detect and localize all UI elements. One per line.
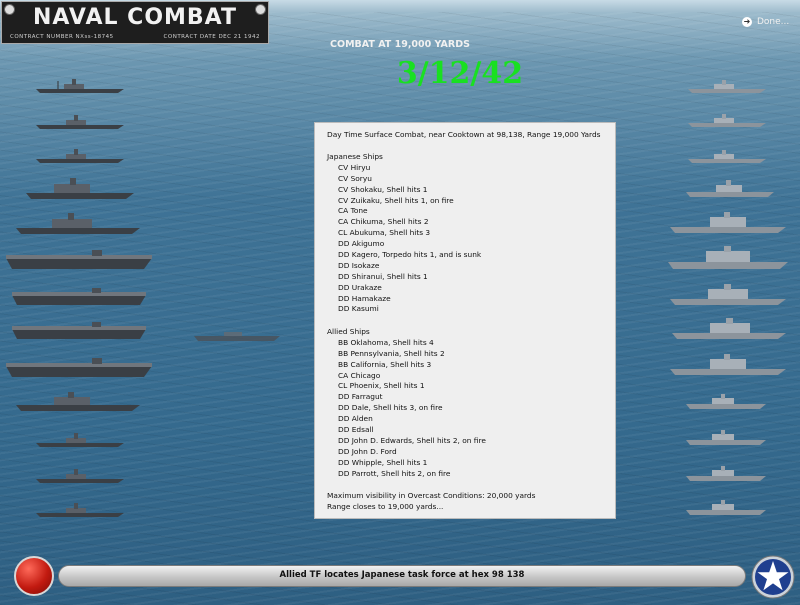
japanese-ship-entry: DD Isokaze [338, 260, 380, 270]
allied-ship-entry: BB Oklahoma, Shell hits 4 [338, 337, 434, 347]
japanese-ship-entry: CL Abukuma, Shell hits 3 [338, 228, 431, 238]
japanese-ship-entry: CV Soryu [338, 173, 372, 183]
allied-ship-entry: DD Farragut [338, 392, 383, 402]
japanese-ship-entry: DD Akigumo [338, 239, 385, 249]
japanese-ship-entry: DD Shiranui, Shell hits 1 [338, 271, 428, 281]
japanese-carrier-icon[interactable] [6, 250, 152, 270]
allied-ships-heading: Allied Ships [327, 327, 370, 336]
japanese-carrier-icon[interactable] [12, 288, 146, 306]
done-button[interactable]: ➜ Done... [742, 17, 789, 27]
allied-ship-entry: DD Edsall [338, 425, 374, 435]
title-plate: NAVAL COMBAT CONTRACT NUMBER NXss-18745 … [1, 1, 269, 44]
japanese-ships-section: Japanese Ships CV Hiryu CV Soryu CV Shokak… [327, 152, 481, 315]
report-footer: Maximum visibility in Overcast Condition… [327, 491, 535, 513]
range-line: Range closes to 19,000 yards... [327, 501, 444, 511]
japanese-ship-entry: DD Urakaze [338, 282, 382, 292]
sunk-ship-icon[interactable] [194, 330, 280, 342]
japanese-ship-icon[interactable] [36, 502, 124, 518]
japanese-ship-entry: CV Shokaku, Shell hits 1 [338, 184, 428, 194]
japanese-carrier-icon[interactable] [6, 358, 152, 378]
allied-ship-entry: BB California, Shell hits 3 [338, 359, 432, 369]
combat-report-panel: Day Time Surface Combat, near Cooktown a… [314, 122, 616, 519]
japanese-ship-entry: CA Tone [338, 206, 368, 216]
arrow-right-circle-icon: ➜ [742, 17, 752, 27]
japanese-ship-icon[interactable] [26, 178, 134, 200]
japanese-ship-icon[interactable] [36, 78, 124, 94]
allied-ship-icon[interactable] [686, 394, 766, 410]
allied-ship-icon[interactable] [670, 212, 786, 234]
allied-ship-icon[interactable] [686, 500, 766, 516]
visibility-line: Maximum visibility in Overcast Condition… [327, 491, 536, 500]
combat-date: 3/12/42 [396, 56, 524, 91]
red-fire-button[interactable] [14, 556, 54, 596]
japanese-ship-icon[interactable] [36, 114, 124, 130]
game-title: NAVAL COMBAT [32, 5, 238, 30]
allied-ship-icon[interactable] [688, 80, 766, 94]
allied-ship-icon[interactable] [686, 180, 774, 198]
allied-ship-entry: BB Pennsylvania, Shell hits 2 [338, 348, 445, 358]
japanese-ship-entry: DD Hamakaze [338, 293, 391, 303]
japanese-ship-icon[interactable] [36, 468, 124, 484]
contract-date: CONTRACT DATE DEC 21 1942 [163, 34, 260, 40]
contract-number: CONTRACT NUMBER NXss-18745 [10, 34, 114, 40]
allied-ships-section: Allied Ships BB Oklahoma, Shell hits 4 BB… [327, 327, 486, 479]
japanese-ship-entry: CV Zuikaku, Shell hits 1, on fire [338, 195, 454, 205]
allied-ship-icon[interactable] [670, 354, 786, 376]
allied-ship-entry: DD John D. Edwards, Shell hits 2, on fir… [338, 435, 486, 445]
japanese-ships-list: CV Hiryu CV Soryu CV Shokaku, Shell hits 1… [327, 163, 481, 315]
japanese-ship-entry: DD Kasumi [338, 304, 379, 314]
allied-ship-entry: CL Phoenix, Shell hits 1 [338, 381, 425, 391]
japanese-ship-icon[interactable] [16, 392, 140, 412]
japanese-ship-entry: DD Kagero, Torpedo hits 1, and is sunk [338, 250, 482, 260]
allied-ship-entry: DD Dale, Shell hits 3, on fire [338, 403, 443, 413]
report-header: Day Time Surface Combat, near Cooktown a… [327, 130, 601, 139]
allied-battleship-icon[interactable] [668, 246, 788, 270]
allied-ship-entry: DD John D. Ford [338, 446, 397, 456]
japanese-carrier-icon[interactable] [12, 322, 146, 340]
combat-range-heading: COMBAT AT 19,000 YARDS [330, 39, 470, 50]
allied-ship-icon[interactable] [688, 150, 766, 164]
japanese-ship-entry: CA Chikuma, Shell hits 2 [338, 217, 429, 227]
status-bar: Allied TF locates Japanese task force at… [58, 565, 746, 587]
japanese-ship-entry: CV Hiryu [338, 162, 371, 172]
allied-ships-list: BB Oklahoma, Shell hits 4 BB Pennsylvania… [327, 338, 486, 480]
status-message: Allied TF locates Japanese task force at… [279, 570, 525, 580]
allied-ship-icon[interactable] [688, 114, 766, 128]
done-label: Done... [757, 17, 790, 27]
japanese-ships-heading: Japanese Ships [327, 152, 383, 161]
allied-ship-entry: DD Whipple, Shell hits 1 [338, 457, 428, 467]
allied-ship-icon[interactable] [686, 430, 766, 446]
allied-ship-entry: DD Alden [338, 414, 373, 424]
star-roundel-icon[interactable] [751, 555, 795, 599]
allied-ship-entry: CA Chicago [338, 370, 381, 380]
japanese-ship-icon[interactable] [16, 213, 140, 235]
allied-battleship-icon[interactable] [672, 318, 786, 340]
allied-ship-entry: DD Parrott, Shell hits 2, on fire [338, 468, 451, 478]
japanese-ship-icon[interactable] [36, 432, 124, 448]
allied-ship-icon[interactable] [686, 466, 766, 482]
japanese-ship-icon[interactable] [36, 148, 124, 164]
allied-battleship-icon[interactable] [670, 284, 786, 306]
